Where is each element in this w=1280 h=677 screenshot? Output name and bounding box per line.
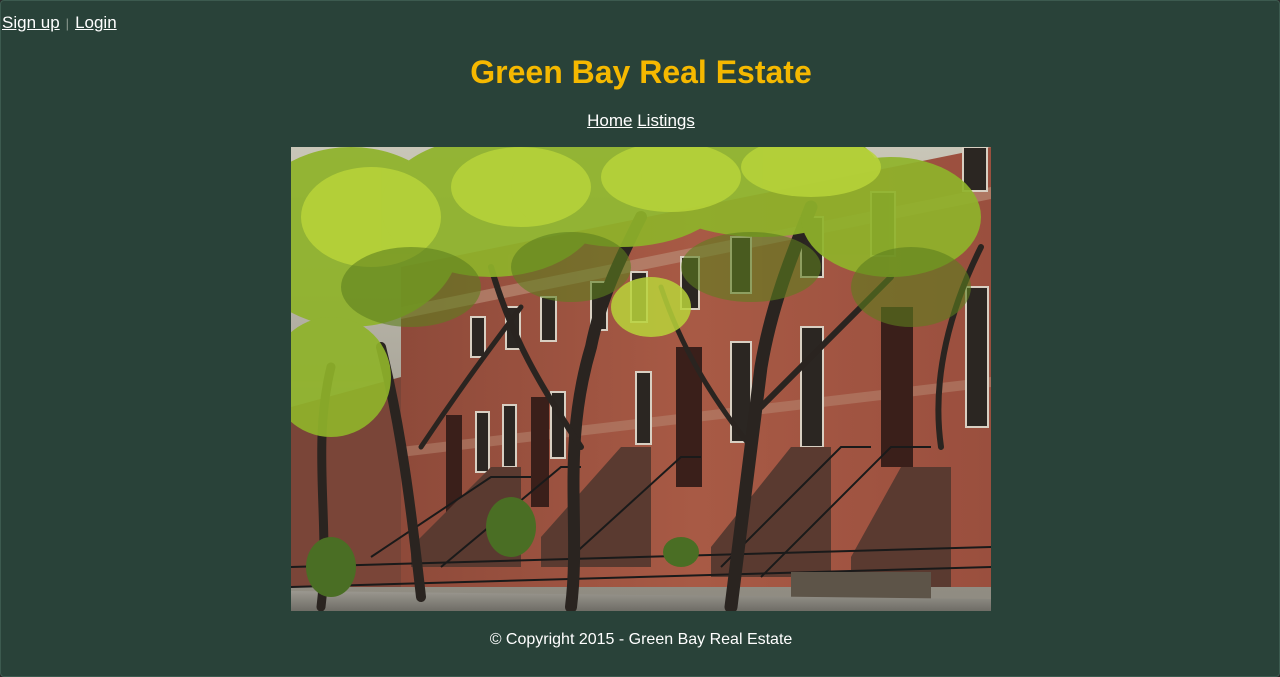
site-title: Green Bay Real Estate (470, 54, 812, 90)
auth-links: Sign up | Login (2, 13, 117, 34)
page: Sign up | Login Green Bay Real Estate Home… (0, 0, 1280, 677)
nav-home-link[interactable]: Home (587, 111, 632, 130)
main-nav: Home Listings (1, 111, 1280, 131)
auth-separator: | (65, 16, 70, 31)
signup-link[interactable]: Sign up (2, 13, 60, 32)
nav-listings-link[interactable]: Listings (637, 111, 695, 130)
login-link[interactable]: Login (75, 13, 117, 32)
footer-copyright: © Copyright 2015 - Green Bay Real Estate (489, 631, 793, 648)
hero-image (291, 147, 991, 611)
